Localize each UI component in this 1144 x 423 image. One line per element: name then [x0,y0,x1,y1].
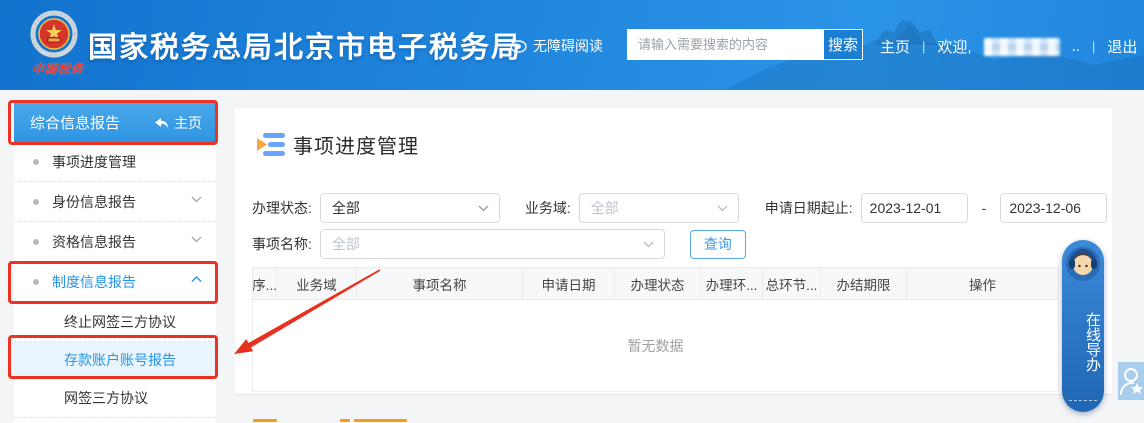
bottom-tip-fragment [253,419,413,423]
headset-avatar-icon [1065,246,1101,282]
sidebar-item-shenfen-xinxi[interactable]: 身份信息报告 [14,182,216,222]
chevron-down-icon [643,241,654,248]
item-name-select-value: 全部 [332,234,360,254]
sidebar-item-label: 终止网签三方协议 [64,312,176,332]
sidebar-item-zige-xinxi[interactable]: 资格信息报告 [14,222,216,262]
home-link[interactable]: 主页 [880,36,910,57]
chevron-up-icon [191,276,202,283]
header-search: 搜索 [627,29,863,60]
chevron-down-icon [717,205,728,212]
welcome-suffix: .. [1072,38,1080,55]
search-button[interactable]: 搜索 [824,30,862,59]
col-deadline: 办结期限 [821,268,907,299]
tax-emblem-logo: 中国税务 [26,8,90,84]
bullet-dot [33,199,39,205]
date-from-input[interactable] [861,193,968,223]
col-item-name: 事项名称 [357,268,523,299]
person-star-icon [1119,366,1143,396]
sidebar-item-zhidu-xinxi[interactable]: 制度信息报告 [14,262,216,302]
person-star-button[interactable] [1118,362,1144,400]
sidebar-section-title: 综合信息报告 [30,112,120,133]
sidebar-item-label: 网签三方协议 [64,388,148,408]
top-header: 中国税务 国家税务总局北京市电子税务局 无障碍阅读 搜索 主页 | 欢迎, ..… [0,0,1144,90]
col-actions: 操作 [907,268,1058,299]
item-name-label: 事项名称: [252,234,312,254]
col-status: 办理状态 [615,268,701,299]
page: 中国税务 国家税务总局北京市电子税务局 无障碍阅读 搜索 主页 | 欢迎, ..… [0,0,1144,423]
status-select-value: 全部 [332,198,360,218]
welcome-label: 欢迎, [937,36,971,57]
nav-separator: | [1092,39,1095,54]
empty-data-text: 暂无数据 [628,336,684,356]
logout-link[interactable]: 退出 [1107,36,1137,57]
logo-caption: 中国税务 [25,60,91,77]
date-to-input[interactable] [1000,193,1107,223]
username-blurred [984,38,1060,56]
domain-select-value: 全部 [591,198,619,218]
page-title: 事项进度管理 [293,130,419,159]
site-title: 国家税务总局北京市电子税务局 [88,24,522,66]
accessibility-label: 无障碍阅读 [533,36,603,56]
col-total-step: 总环节... [763,268,821,299]
bullet-dot [33,239,39,245]
sidebar-menu: 综合信息报告 主页 事项进度管理 身份信息报告 资格信息报告 [14,103,216,423]
sidebar-item-wangqian-sanfang[interactable]: 网签三方协议 [14,378,216,418]
eye-icon [510,40,527,53]
chevron-down-icon [478,205,489,212]
main-panel: 事项进度管理 办理状态: 全部 业务域: 全部 申请日期起止: - [235,108,1112,395]
col-domain: 业务域 [277,268,357,299]
bullet-dot [33,159,39,165]
table-header-row: 序... 业务域 事项名称 申请日期 办理状态 办理环... 总环节... 办结… [252,267,1059,300]
tax-emblem-icon [26,8,82,64]
sidebar-home-button[interactable]: 主页 [154,113,202,133]
sidebar-item-zhongzhi-wangqian[interactable]: 终止网签三方协议 [14,302,216,342]
query-button[interactable]: 查询 [690,230,746,259]
sidebar-item-label: 事项进度管理 [52,152,136,172]
chevron-down-icon [191,236,202,243]
sidebar-item-cunkuan-zhanghu[interactable]: 存款账户账号报告 [14,342,216,378]
search-input[interactable] [628,30,824,59]
header-nav: 主页 | 欢迎, .. | 退出 [880,36,1137,57]
bullet-dot [33,279,39,285]
col-step: 办理环... [701,268,763,299]
sidebar-item-label: 存款账户账号报告 [64,350,176,370]
sidebar-home-label: 主页 [174,113,202,133]
online-guide-widget[interactable]: 在线导办 [1062,240,1104,412]
col-apply-date: 申请日期 [523,268,615,299]
filter-row-2: 事项名称: 全部 查询 [252,229,746,259]
col-seq: 序... [253,268,277,299]
status-label: 办理状态: [252,198,312,218]
accessibility-link[interactable]: 无障碍阅读 [510,36,603,56]
item-name-select[interactable]: 全部 [320,229,665,259]
sidebar-item-shixiang-jindu[interactable]: 事项进度管理 [14,142,216,182]
nav-separator: | [922,39,925,54]
sidebar-item-label: 身份信息报告 [52,192,136,212]
status-select[interactable]: 全部 [320,193,500,223]
sidebar-section-header[interactable]: 综合信息报告 主页 [14,103,216,142]
sidebar-item-label: 资格信息报告 [52,232,136,252]
back-arrow-icon [154,117,169,129]
page-title-icon [255,132,287,158]
chevron-down-icon [191,196,202,203]
domain-select[interactable]: 全部 [579,193,739,223]
date-range-label: 申请日期起止: [765,198,853,218]
page-title-row: 事项进度管理 [255,130,419,159]
guide-divider [1069,400,1097,401]
sidebar-item-label: 制度信息报告 [52,272,136,292]
date-separator: - [982,200,987,216]
table-empty-body: 暂无数据 [252,300,1059,392]
progress-table: 序... 业务域 事项名称 申请日期 办理状态 办理环... 总环节... 办结… [252,267,1059,392]
filter-row-1: 办理状态: 全部 业务域: 全部 申请日期起止: - [252,193,1107,223]
domain-label: 业务域: [525,198,571,218]
online-guide-label: 在线导办 [1062,292,1104,392]
